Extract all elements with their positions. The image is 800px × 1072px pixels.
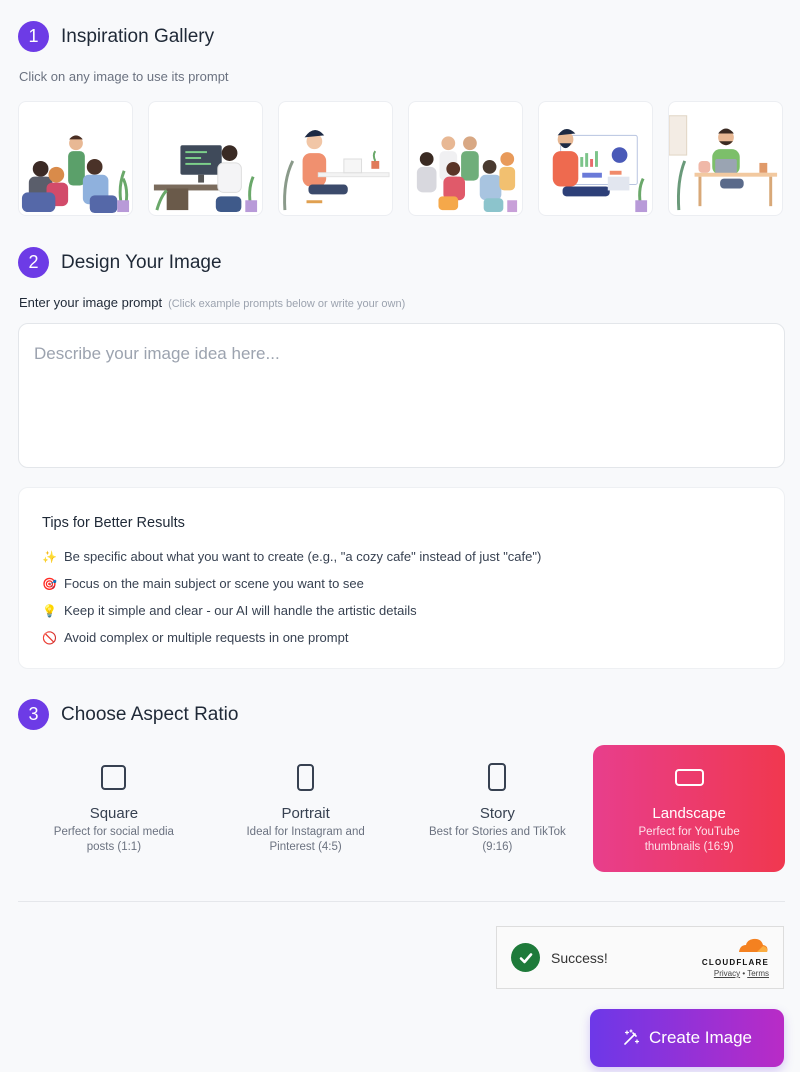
terms-link[interactable]: Terms: [747, 969, 769, 978]
section-title: Inspiration Gallery: [61, 25, 215, 47]
step-badge: 3: [18, 699, 49, 730]
tip-item: ✨ Be specific about what you want to cre…: [42, 543, 761, 570]
gallery-image-team-meeting[interactable]: [18, 101, 133, 216]
cloudflare-turnstile[interactable]: Success! CLOUDFLARE Privacy • Terms: [496, 926, 784, 989]
square-icon: [18, 763, 210, 791]
ratio-desc: Ideal for Instagram and Pinterest (4:5): [246, 826, 365, 853]
gallery-image-developer[interactable]: [148, 101, 263, 216]
gallery-image-analyst-dashboard[interactable]: [538, 101, 653, 216]
tip-item: 🚫 Avoid complex or multiple requests in …: [42, 624, 761, 651]
cloudflare-links: Privacy • Terms: [702, 969, 769, 978]
step-badge: 2: [18, 247, 49, 278]
tip-item: 💡 Keep it simple and clear - our AI will…: [42, 597, 761, 624]
gallery-image-writer[interactable]: [278, 101, 393, 216]
ratio-option-square[interactable]: Square Perfect for social media posts (1…: [18, 745, 210, 872]
story-icon: [402, 763, 594, 791]
step-badge: 1: [18, 21, 49, 52]
cloudflare-cloud-icon: [739, 938, 768, 952]
ratio-name: Landscape: [652, 805, 726, 822]
ratio-name: Square: [89, 805, 139, 822]
cloudflare-logo-text: CLOUDFLARE: [701, 958, 769, 967]
aspect-ratio-options: Square Perfect for social media posts (1…: [18, 745, 785, 872]
section-title: Choose Aspect Ratio: [61, 703, 239, 725]
ratio-option-landscape[interactable]: Landscape Perfect for YouTube thumbnails…: [593, 745, 785, 872]
tips-title: Tips for Better Results: [42, 515, 185, 531]
tips-panel: Tips for Better Results ✨ Be specific ab…: [18, 487, 785, 669]
link-separator: •: [742, 969, 746, 978]
sparkles-icon: ✨: [42, 549, 57, 564]
target-icon: 🎯: [42, 576, 57, 591]
prohibited-icon: 🚫: [42, 630, 57, 645]
ratio-option-portrait[interactable]: Portrait Ideal for Instagram and Pintere…: [210, 745, 402, 872]
lightbulb-icon: 💡: [42, 603, 57, 618]
section-gallery-header: 1 Inspiration Gallery: [18, 21, 214, 52]
privacy-link[interactable]: Privacy: [714, 969, 740, 978]
section-design-header: 2 Design Your Image: [18, 247, 222, 278]
landscape-icon: [593, 763, 785, 791]
ratio-name: Portrait: [281, 805, 330, 822]
ratio-desc: Perfect for social media posts (1:1): [53, 826, 174, 853]
gallery-image-group-discussion[interactable]: [408, 101, 523, 216]
prompt-hint: (Click example prompts below or write yo…: [168, 298, 406, 310]
ratio-option-story[interactable]: Story Best for Stories and TikTok (9:16): [402, 745, 594, 872]
create-image-label: Create Image: [649, 1028, 752, 1047]
tip-text: Be specific about what you want to creat…: [64, 549, 542, 564]
gallery-subtitle: Click on any image to use its prompt: [19, 69, 229, 84]
inspiration-gallery: [18, 101, 783, 216]
cloudflare-branding: CLOUDFLARE Privacy • Terms: [702, 937, 769, 978]
gallery-image-man-with-laptop[interactable]: [668, 101, 783, 216]
ratio-name: Story: [479, 805, 515, 822]
tip-item: 🎯 Focus on the main subject or scene you…: [42, 570, 761, 597]
captcha-status: Success!: [551, 949, 608, 966]
tip-text: Focus on the main subject or scene you w…: [64, 576, 364, 591]
divider: [18, 901, 785, 902]
section-title: Design Your Image: [61, 251, 222, 273]
ratio-desc: Best for Stories and TikTok (9:16): [428, 826, 566, 853]
tip-text: Avoid complex or multiple requests in on…: [64, 630, 349, 645]
success-check-icon: [511, 943, 540, 972]
prompt-label: Enter your image prompt (Click example pr…: [19, 295, 405, 310]
prompt-input[interactable]: [18, 323, 785, 468]
magic-wand-icon: [624, 1029, 640, 1045]
create-image-button[interactable]: Create Image: [590, 1009, 784, 1067]
ratio-desc: Perfect for YouTube thumbnails (16:9): [638, 826, 740, 853]
section-ratio-header: 3 Choose Aspect Ratio: [18, 699, 238, 730]
tip-text: Keep it simple and clear - our AI will h…: [64, 603, 417, 618]
portrait-icon: [210, 763, 402, 791]
prompt-label-text: Enter your image prompt: [19, 295, 163, 310]
